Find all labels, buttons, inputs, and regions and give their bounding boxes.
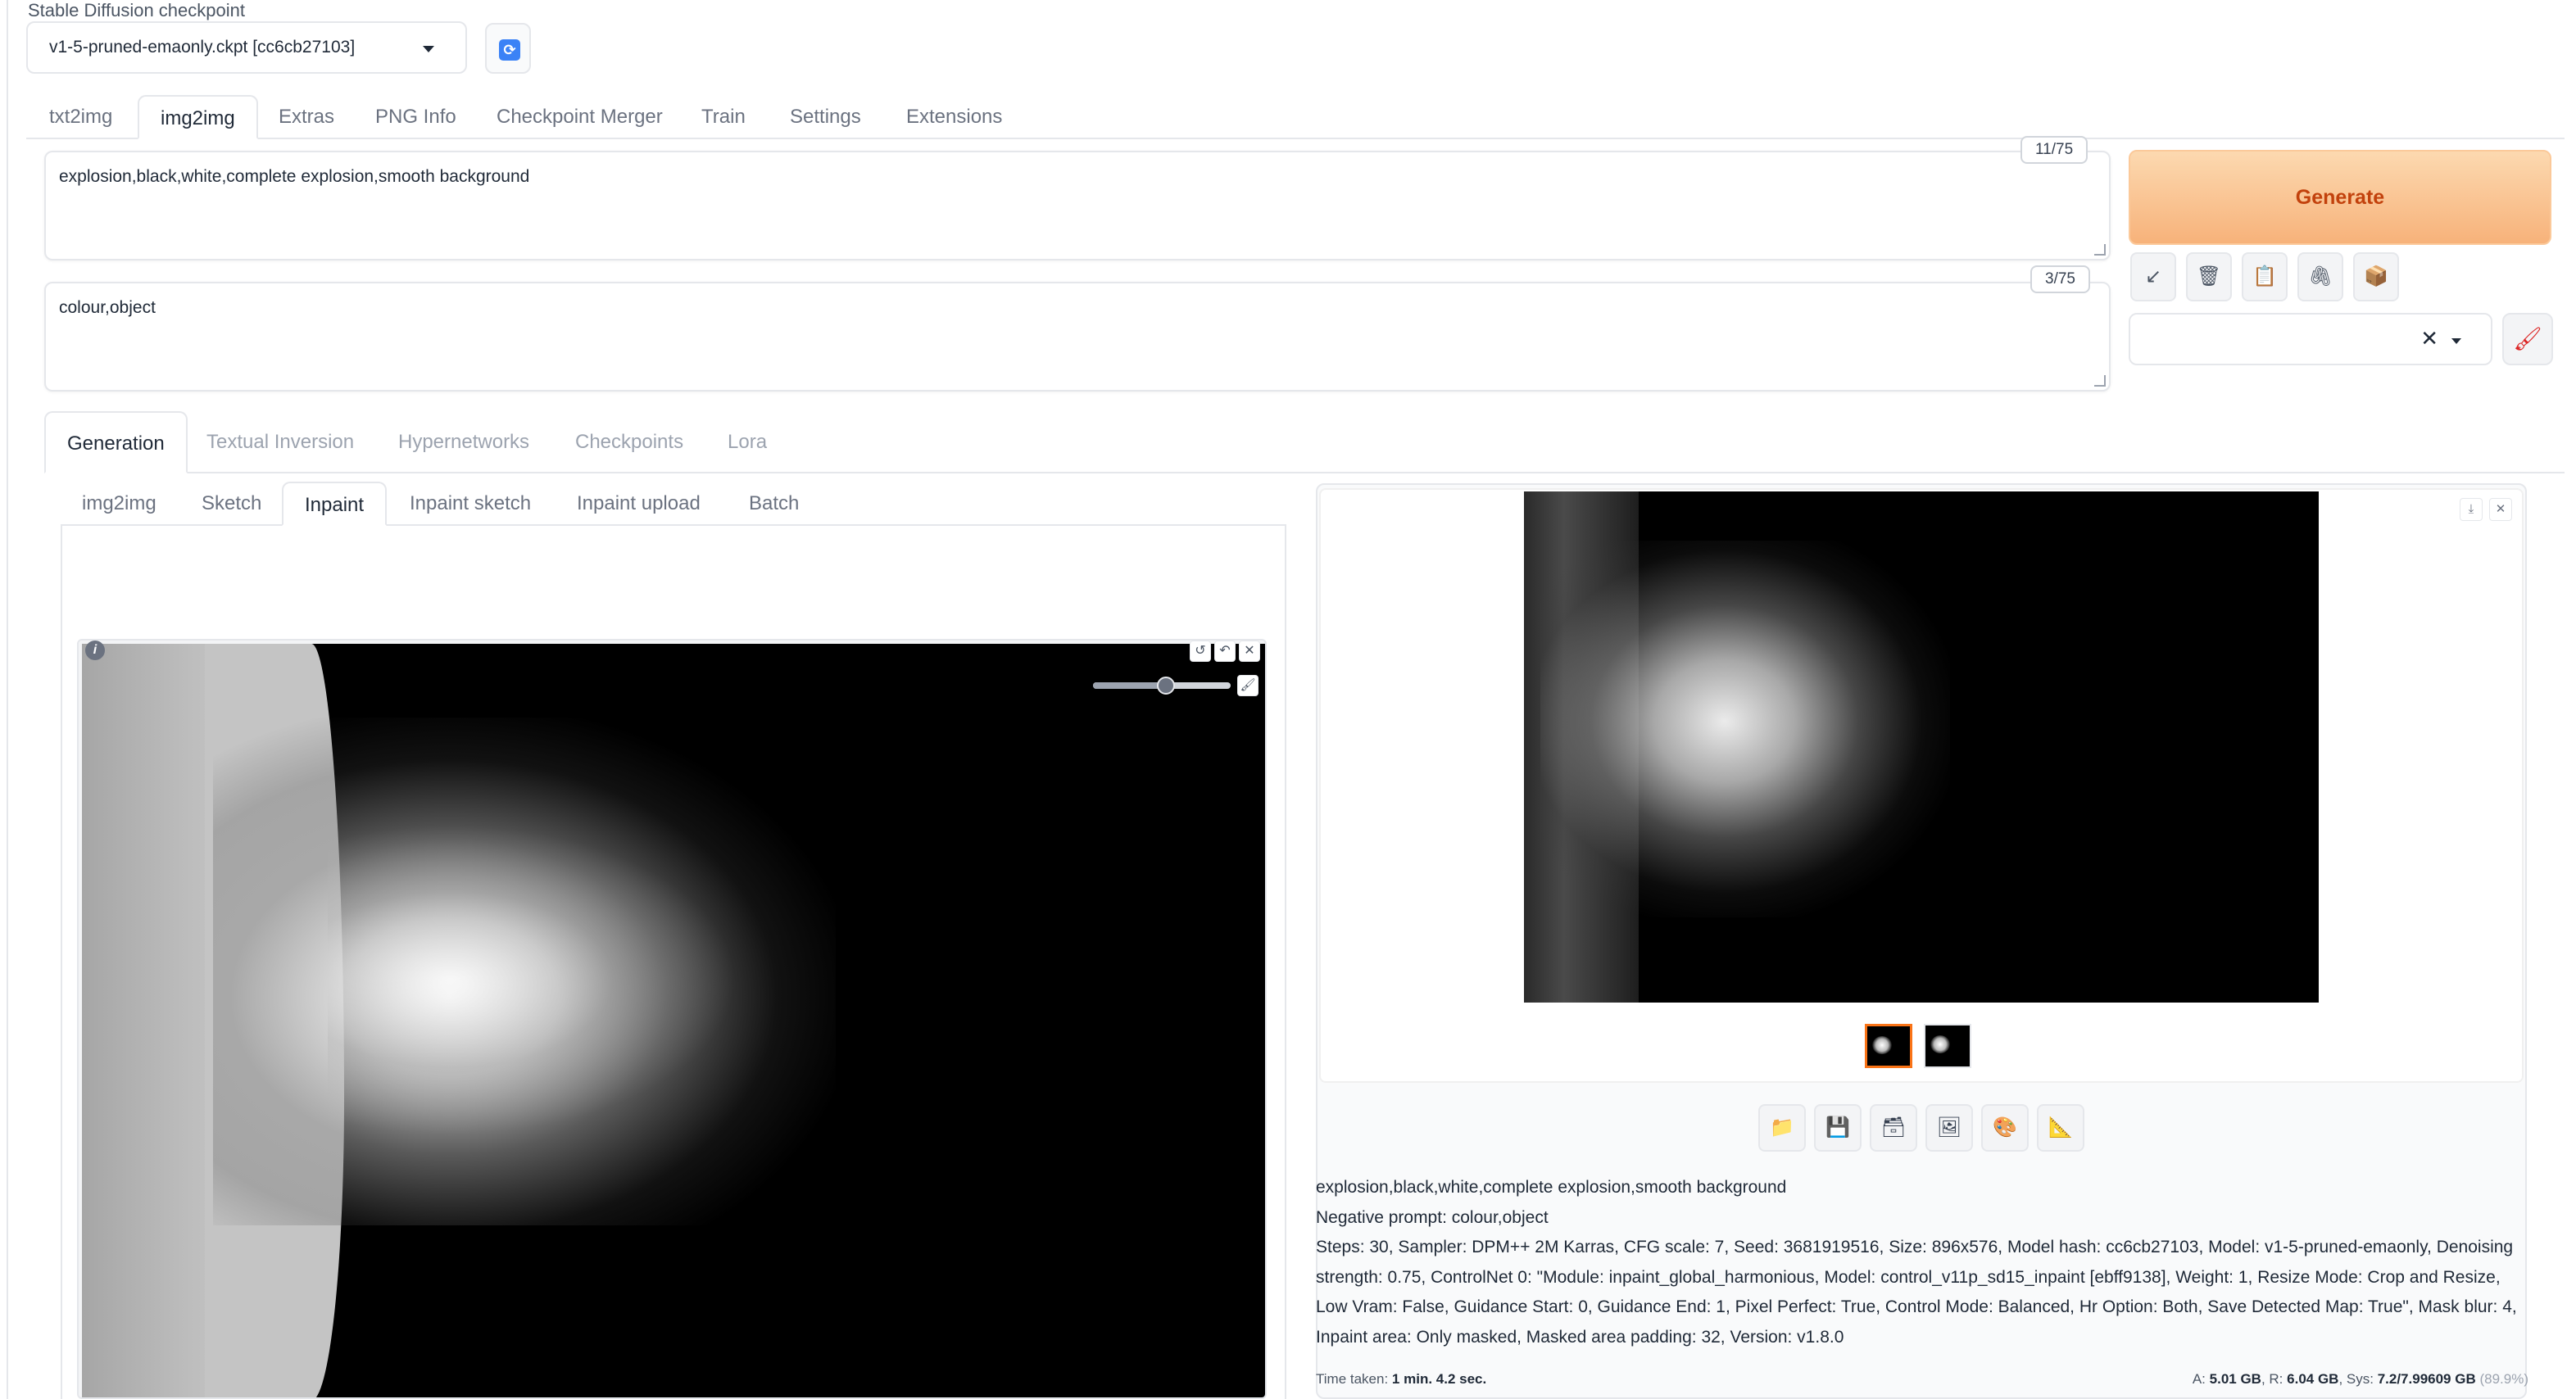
tab-textual-inversion[interactable]: Textual Inversion [185,411,375,473]
zip-icon: 🗃 [1880,1116,1907,1139]
trash-icon: 🗑 [2196,265,2222,287]
send-to-extras-button[interactable]: 📐 [2037,1104,2084,1152]
brush-size-thumb[interactable] [1157,677,1176,695]
generation-info-line: Negative prompt: colour,object [1316,1207,1549,1227]
send-to-inpaint-button[interactable]: 🎨 [1981,1104,2029,1152]
clipboard-icon: 📋 [2252,265,2277,287]
read-params-icon: ↙ [2144,265,2162,287]
checkpoint-label: Stable Diffusion checkpoint [28,0,245,20]
tab-inpaint[interactable]: Inpaint [282,482,388,526]
download-icon[interactable]: ⤓ [2460,498,2483,521]
thumbnail-image [1872,1036,1892,1054]
generation-info-line: explosion,black,white,complete explosion… [1316,1178,1787,1197]
tab-batch[interactable]: Batch [728,482,820,526]
read-params-button[interactable]: ↙ [2130,252,2176,301]
tab-checkpoint-merger[interactable]: Checkpoint Merger [475,95,684,139]
style-apply-button[interactable]: 🖇 [2297,252,2343,301]
open-folder-icon: 📁 [1770,1116,1794,1139]
clear-canvas-icon[interactable]: ✕ [1239,641,1260,662]
prompt-text: explosion,black,white,complete explosion… [59,167,530,186]
output-explosion [1540,541,1950,917]
tab-checkpoints[interactable]: Checkpoints [554,411,705,473]
chevron-down-icon [2451,338,2461,344]
inpaint-canvas-frame [77,639,1267,1399]
save-button[interactable]: 💾 [1814,1104,1862,1152]
negative-prompt-text: colour,object [59,298,156,317]
time-taken: Time taken: 1 min. 4.2 sec. [1316,1371,1486,1388]
generate-button[interactable]: Generate [2129,150,2551,245]
clipboard-button[interactable]: 📋 [2242,252,2288,301]
tab-extensions[interactable]: Extensions [885,95,1023,139]
save-style-button[interactable]: 📦 [2353,252,2399,301]
vram-r-value: 6.04 GB [2287,1371,2339,1387]
vram-a-value: 5.01 GB [2209,1371,2261,1387]
tab-lora[interactable]: Lora [706,411,788,473]
checkpoint-dropdown[interactable]: v1-5-pruned-emaonly.ckpt [cc6cb27103] [26,21,467,74]
brush-color-icon[interactable]: 🖌 [1237,675,1259,696]
refresh-icon: ⟳ [499,39,520,61]
negative-prompt-textarea[interactable]: colour,object [44,282,2111,392]
tab-txt2img[interactable]: txt2img [28,95,134,139]
generation-info: explosion,black,white,complete explosion… [1316,1173,2520,1352]
brush-size-fill [1093,682,1167,689]
chevron-down-icon [423,46,434,52]
redo-icon[interactable]: ↶ [1214,641,1236,662]
vram-usage: A: 5.01 GB, R: 6.04 GB, Sys: 7.2/7.99609… [2193,1371,2528,1388]
negative-prompt-token-counter: 3/75 [2030,265,2090,293]
undo-icon[interactable]: ↺ [1190,641,1211,662]
tab-inpaint-upload[interactable]: Inpaint upload [556,482,722,526]
resize-grip-icon[interactable] [2094,375,2106,387]
output-image[interactable] [1524,491,2319,1003]
explosion-image-core [328,824,737,1135]
send-to-extras-icon: 📐 [2048,1116,2073,1139]
generation-info-line: Inpaint area: Only masked, Masked area p… [1316,1327,1844,1347]
generation-info-line: Steps: 30, Sampler: DPM++ 2M Karras, CFG… [1316,1238,2514,1256]
tab-hypernetworks[interactable]: Hypernetworks [377,411,551,473]
vram-sys-label: , Sys: [2338,1371,2374,1387]
tab-settings[interactable]: Settings [769,95,882,139]
prompt-textarea[interactable]: explosion,black,white,complete explosion… [44,151,2111,260]
time-taken-label: Time taken: [1316,1371,1389,1387]
trash-button[interactable]: 🗑 [2186,252,2232,301]
open-folder-button[interactable]: 📁 [1758,1104,1806,1152]
vram-r-label: , R: [2261,1371,2283,1387]
clear-icon[interactable]: ✕ [2420,326,2438,351]
refresh-checkpoint-button[interactable]: ⟳ [485,23,531,74]
zip-button[interactable]: 🗃 [1870,1104,1917,1152]
thumbnail-image [1930,1035,1950,1053]
checkpoint-value: v1-5-pruned-emaonly.ckpt [cc6cb27103] [49,38,356,57]
inpaint-canvas[interactable] [82,644,1265,1397]
info-icon[interactable]: i [85,641,105,660]
styles-dropdown[interactable]: ✕ [2129,313,2492,365]
tab-generation[interactable]: Generation [44,411,188,473]
brush-icon: 🖌 [2513,326,2542,351]
tab-img2img[interactable]: img2img [138,95,258,139]
style-apply-icon: 🖇 [2307,265,2333,287]
tab-inpaint-sketch[interactable]: Inpaint sketch [388,482,552,526]
generation-info-line: Low Vram: False, Guidance Start: 0, Guid… [1316,1297,2517,1316]
tab-extras[interactable]: Extras [257,95,356,139]
edit-styles-button[interactable]: 🖌 [2502,313,2553,365]
vram-percent: (89.9%) [2479,1371,2528,1387]
vram-a-label: A: [2192,1371,2206,1387]
save-style-icon: 📦 [2364,265,2388,287]
gallery-thumbnail[interactable] [1924,1024,1971,1068]
close-icon[interactable]: ✕ [2489,498,2512,521]
tab-sketch[interactable]: Sketch [180,482,283,526]
prompt-token-counter: 11/75 [2020,136,2088,164]
send-to-inpaint-icon: 🎨 [1993,1116,2017,1139]
send-to-img2img-button[interactable]: 🖼 [1925,1104,1973,1152]
generation-info-line: strength: 0.75, ControlNet 0: "Module: i… [1316,1267,2501,1287]
gallery-thumbnail[interactable] [1865,1024,1912,1068]
save-icon: 💾 [1825,1116,1850,1139]
resize-grip-icon[interactable] [2094,244,2106,256]
time-taken-value: 1 min. 4.2 sec. [1391,1371,1487,1387]
send-to-img2img-icon: 🖼 [1936,1116,1962,1139]
tab-img2img[interactable]: img2img [61,482,178,526]
brush-size-slider[interactable] [1093,677,1231,695]
tab-png-info[interactable]: PNG Info [354,95,478,139]
vram-sys-value: 7.2/7.99609 GB [2377,1371,2476,1387]
tab-train[interactable]: Train [680,95,767,139]
